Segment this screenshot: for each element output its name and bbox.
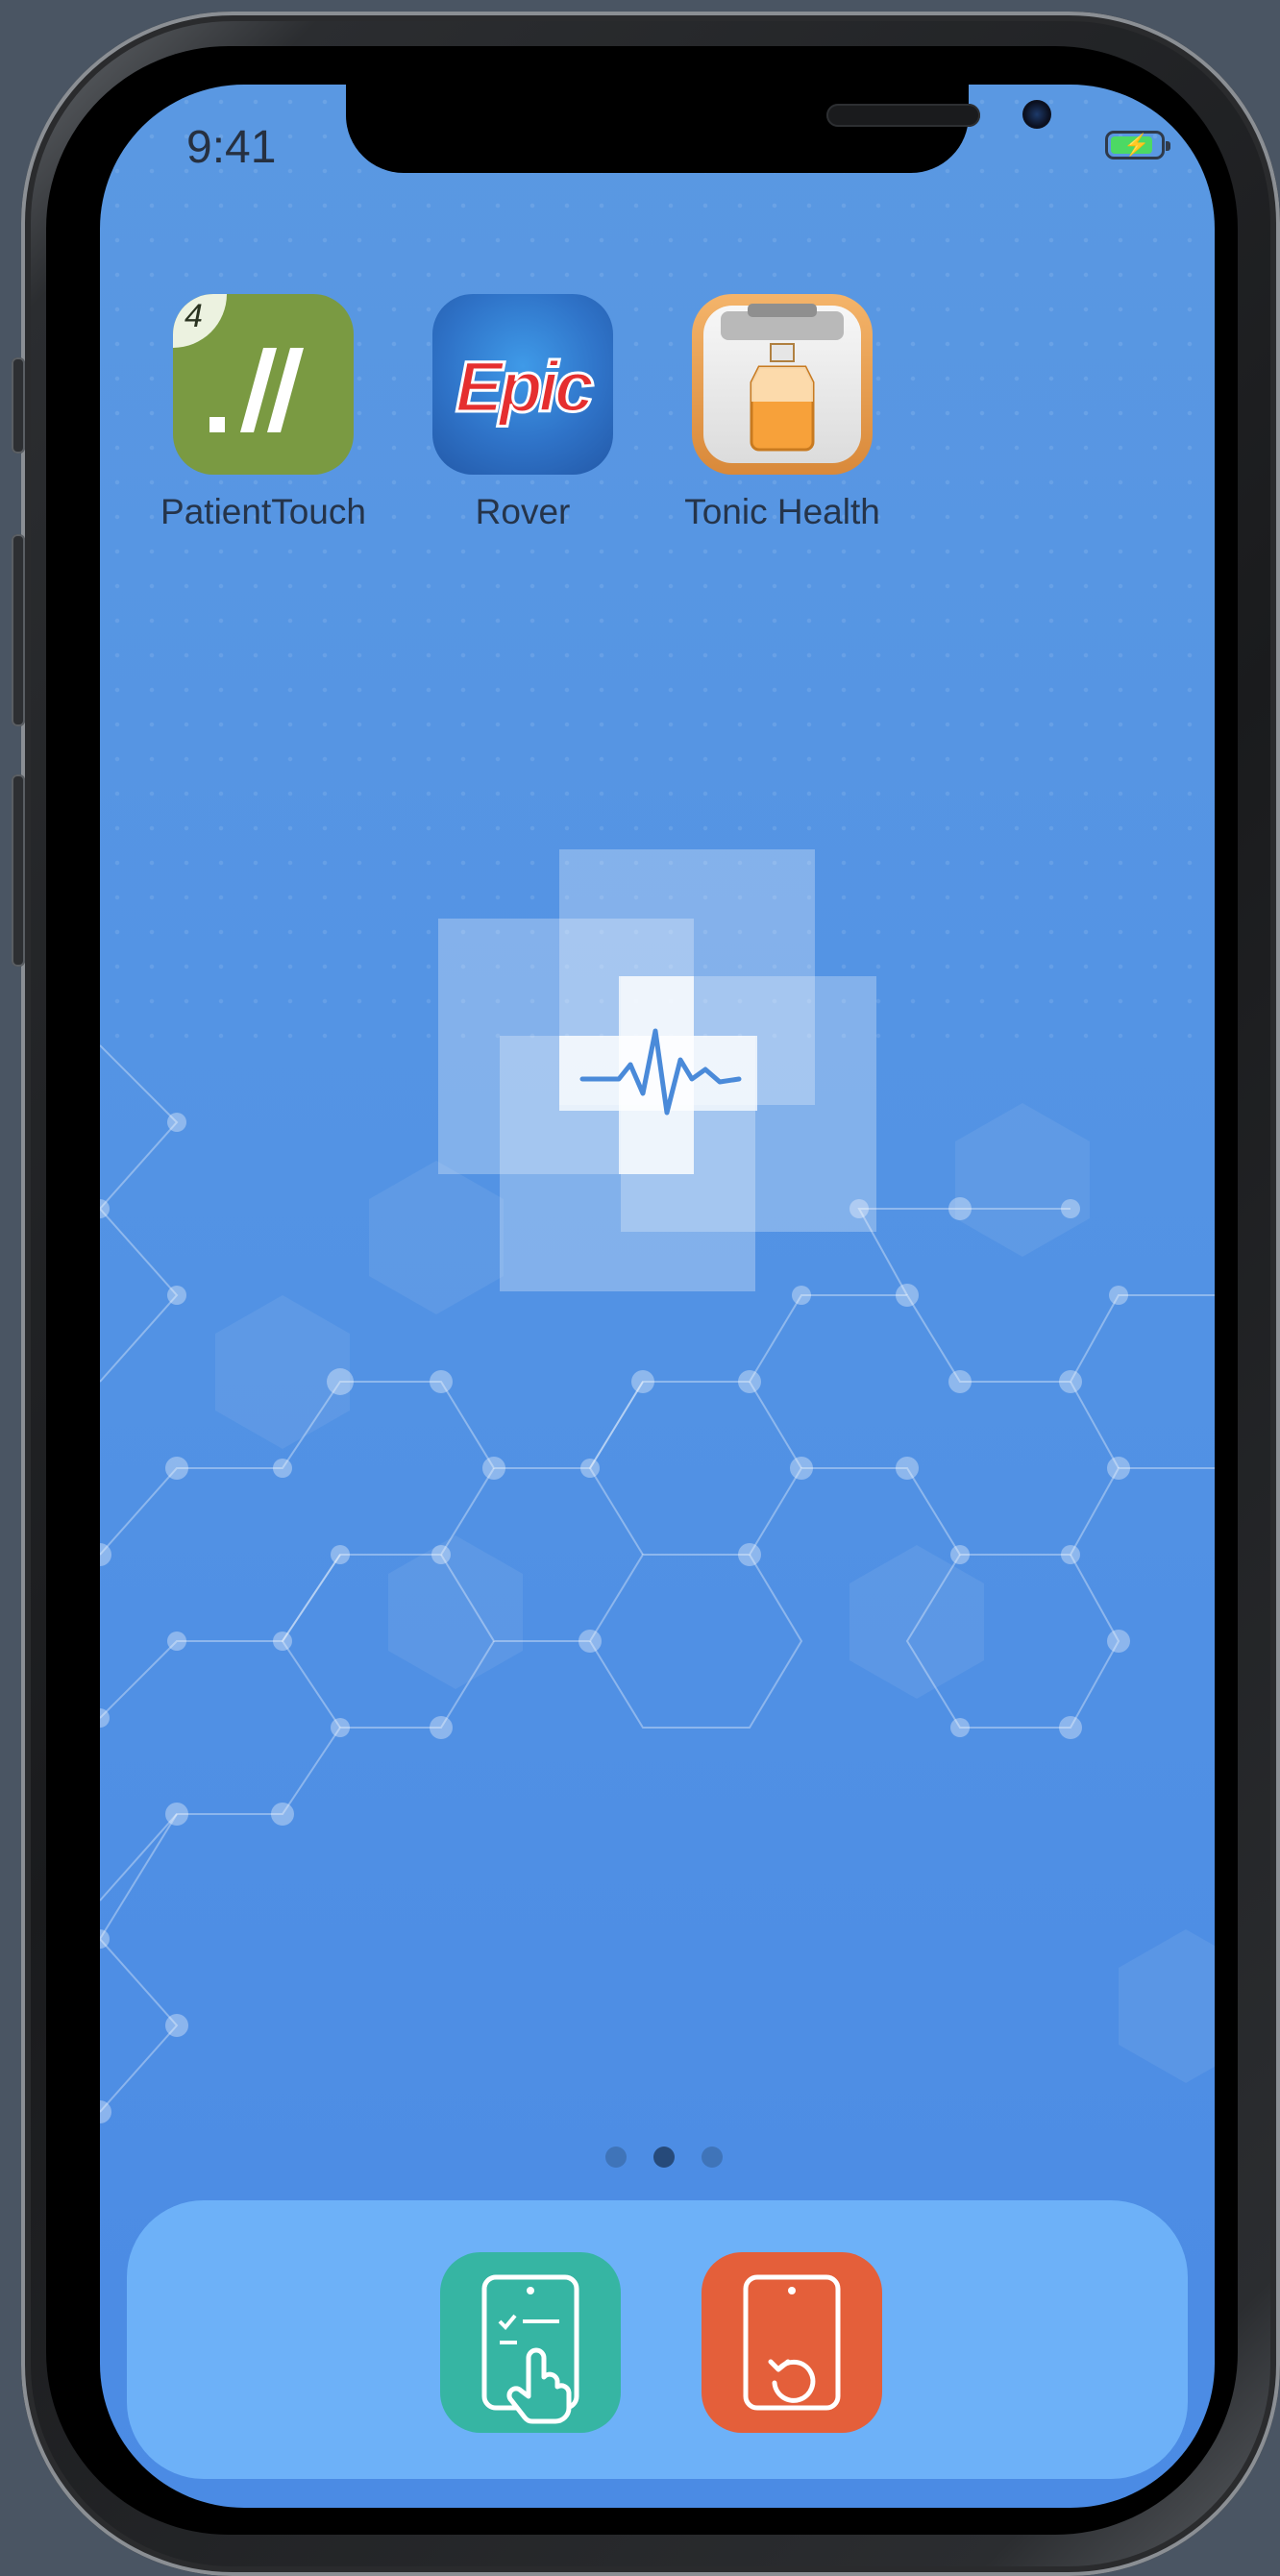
page-indicator[interactable] — [580, 2147, 734, 2170]
app-label-patienttouch: PatientTouch — [160, 492, 366, 531]
earpiece-speaker — [826, 104, 980, 127]
epic-rover-icon[interactable]: Epic — [432, 294, 613, 475]
page-dot[interactable] — [702, 2147, 723, 2168]
patienttouch-icon[interactable]: 4 — [173, 294, 354, 475]
checklist-touch-glyph — [481, 2274, 579, 2424]
volume-down-button — [12, 774, 25, 967]
app-patienttouch[interactable]: 4 PatientTouch — [148, 294, 379, 532]
epic-logo-text: Epic — [454, 346, 595, 429]
device-rotate-glyph — [743, 2274, 841, 2411]
volume-up-button — [12, 534, 25, 726]
battery-icon: ⚡ — [1105, 131, 1170, 159]
front-camera — [1022, 100, 1051, 129]
device-rotate-icon[interactable] — [702, 2252, 882, 2433]
status-time: 9:41 — [186, 122, 277, 173]
silent-switch — [12, 357, 25, 454]
page-dot[interactable] — [605, 2147, 627, 2168]
home-screen: 9:41 ⚡ 4 PatientTouch Epic Rover Tonic H… — [100, 85, 1215, 2508]
app-rover[interactable]: Epic Rover — [407, 294, 638, 532]
checklist-touch-icon[interactable] — [440, 2252, 621, 2433]
app-label-rover: Rover — [475, 492, 571, 531]
charging-bolt-icon: ⚡ — [1123, 133, 1150, 157]
medicine-bottle-icon — [721, 304, 844, 452]
dock — [127, 2200, 1188, 2479]
notch — [346, 85, 1051, 173]
page-dot-active[interactable] — [653, 2147, 675, 2168]
app-label-tonic-health: Tonic Health — [684, 492, 880, 531]
app-tonic-health[interactable]: Tonic Health — [667, 294, 898, 532]
tonic-health-icon[interactable] — [692, 294, 873, 475]
